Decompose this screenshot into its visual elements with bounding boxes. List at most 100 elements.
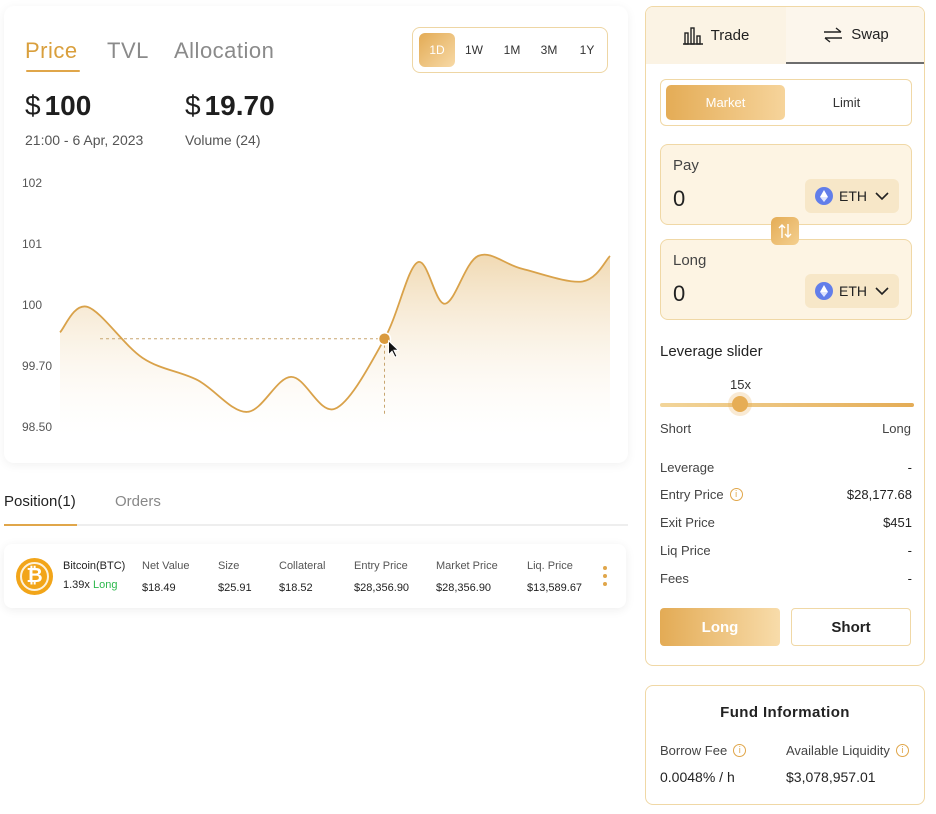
price-timestamp: 21:00 - 6 Apr, 2023 (25, 132, 144, 148)
long-label: Long (673, 252, 707, 269)
price-currency: $ (25, 90, 41, 121)
more-options-icon[interactable] (600, 566, 610, 588)
pay-box: Pay ETH (660, 144, 912, 225)
info-value: $28,177.68 (846, 487, 912, 502)
fund-title: Fund Information (720, 704, 850, 721)
info-row-entry-price: Entry Price i $28,177.68 (660, 487, 912, 505)
volume-value: $19.70 (185, 90, 275, 122)
long-box: Long ETH (660, 239, 912, 320)
pay-token-label: ETH (839, 188, 867, 204)
info-row-liq-price: Liq Price - (660, 543, 912, 561)
trade-tabs: Trade Swap (646, 7, 924, 64)
chevron-down-icon (875, 287, 889, 296)
volume-amount: 19.70 (204, 90, 275, 121)
info-row-exit-price: Exit Price $451 (660, 515, 912, 533)
range-1m-button[interactable]: 1M (494, 33, 530, 67)
price-amount: 100 (44, 90, 92, 121)
slider-min-label: Short (660, 421, 692, 436)
column-market-price: Market Price (436, 560, 498, 572)
range-1w-button[interactable]: 1W (456, 33, 492, 67)
leverage-slider-thumb[interactable] (732, 396, 748, 412)
liquidity-value: $3,078,957.01 (786, 769, 876, 785)
tab-allocation[interactable]: Allocation (174, 38, 274, 64)
collateral-value: $18.52 (279, 582, 313, 594)
y-tick-label: 99.70 (22, 359, 53, 373)
y-tick-label: 98.50 (22, 420, 53, 434)
tab-swap[interactable]: Swap (786, 7, 924, 64)
y-tick-label: 100 (22, 298, 43, 312)
liquidity-label: Available Liquidity (786, 743, 890, 758)
pay-token-select[interactable]: ETH (805, 179, 899, 213)
leverage-slider-track[interactable] (660, 403, 914, 407)
swap-vertical-icon (778, 224, 792, 238)
volume-label: Volume (24) (185, 132, 261, 148)
borrow-fee-label-row: Borrow Fee i (660, 743, 747, 758)
info-value: - (907, 571, 912, 586)
leverage-slider-title: Leverage slider (660, 343, 763, 360)
time-range-selector: 1D 1W 1M 3M 1Y (412, 27, 608, 73)
trade-panel: Trade Swap Market Limit Pay ETH Long (645, 6, 925, 666)
position-tab-underline (4, 524, 77, 526)
info-label: Entry Price (660, 487, 724, 502)
size-value: $25.91 (218, 582, 252, 594)
price-value: $100 (25, 90, 91, 122)
range-1y-button[interactable]: 1Y (569, 33, 605, 67)
long-token-select[interactable]: ETH (805, 274, 899, 308)
market-order-button[interactable]: Market (666, 85, 785, 120)
limit-order-button[interactable]: Limit (787, 85, 906, 120)
long-token-label: ETH (839, 283, 867, 299)
tab-active-underline (26, 70, 80, 72)
tab-trade-label: Trade (710, 27, 750, 44)
info-row-fees: Fees - (660, 571, 912, 589)
entry-price-value: $28,356.90 (354, 582, 410, 594)
position-leverage: 1.39x (63, 579, 90, 591)
info-value: - (907, 543, 912, 558)
info-label: Leverage (660, 460, 715, 475)
long-amount-input[interactable] (673, 280, 793, 308)
info-value: $451 (883, 515, 912, 530)
eth-icon (815, 282, 833, 300)
tab-tvl[interactable]: TVL (107, 38, 149, 64)
fund-information-card: Fund Information Borrow Fee i 0.0048% / … (645, 685, 925, 805)
position-asset: Bitcoin(BTC) (63, 560, 126, 572)
column-collateral: Collateral (279, 560, 326, 572)
price-chart (59, 253, 611, 436)
borrow-fee-value: 0.0048% / h (660, 769, 735, 785)
position-leverage-side: 1.39x Long (63, 579, 117, 591)
tab-position[interactable]: Position(1) (4, 493, 76, 510)
column-liq-price: Liq. Price (527, 560, 573, 572)
volume-currency: $ (185, 90, 201, 121)
range-1d-button[interactable]: 1D (419, 33, 455, 67)
y-tick-label: 101 (22, 237, 43, 251)
leverage-value: 15x (730, 377, 751, 392)
y-tick-label: 102 (22, 176, 43, 190)
tab-price[interactable]: Price (25, 38, 78, 64)
info-icon[interactable]: i (895, 744, 909, 757)
liq-price-value: $13,589.67 (527, 582, 583, 594)
range-3m-button[interactable]: 3M (531, 33, 567, 67)
liquidity-label-row: Available Liquidity i (786, 743, 909, 758)
short-button[interactable]: Short (791, 608, 911, 646)
net-value: $18.49 (142, 582, 176, 594)
column-entry-price: Entry Price (354, 560, 408, 572)
info-label: Fees (660, 571, 689, 586)
pay-label: Pay (673, 157, 699, 174)
switch-direction-button[interactable] (771, 217, 799, 245)
info-value: - (907, 460, 912, 475)
position-row[interactable]: ₿ Bitcoin(BTC) 1.39x Long Net Value $18.… (4, 544, 626, 608)
long-button[interactable]: Long (660, 608, 780, 646)
info-icon[interactable]: i (733, 744, 747, 757)
price-chart-card: Price TVL Allocation 1D 1W 1M 3M 1Y $100… (4, 6, 628, 463)
swap-arrows-icon (824, 26, 843, 43)
info-label: Exit Price (660, 515, 715, 530)
eth-icon (815, 187, 833, 205)
tab-orders[interactable]: Orders (115, 493, 161, 510)
slider-max-label: Long (882, 421, 911, 436)
tab-swap-label: Swap (851, 26, 889, 43)
market-price-value: $28,356.90 (436, 582, 492, 594)
info-icon[interactable]: i (729, 488, 743, 501)
bitcoin-icon: ₿ (16, 558, 53, 595)
tab-trade[interactable]: Trade (646, 7, 786, 64)
borrow-fee-label: Borrow Fee (660, 743, 728, 758)
pay-amount-input[interactable] (673, 185, 793, 213)
